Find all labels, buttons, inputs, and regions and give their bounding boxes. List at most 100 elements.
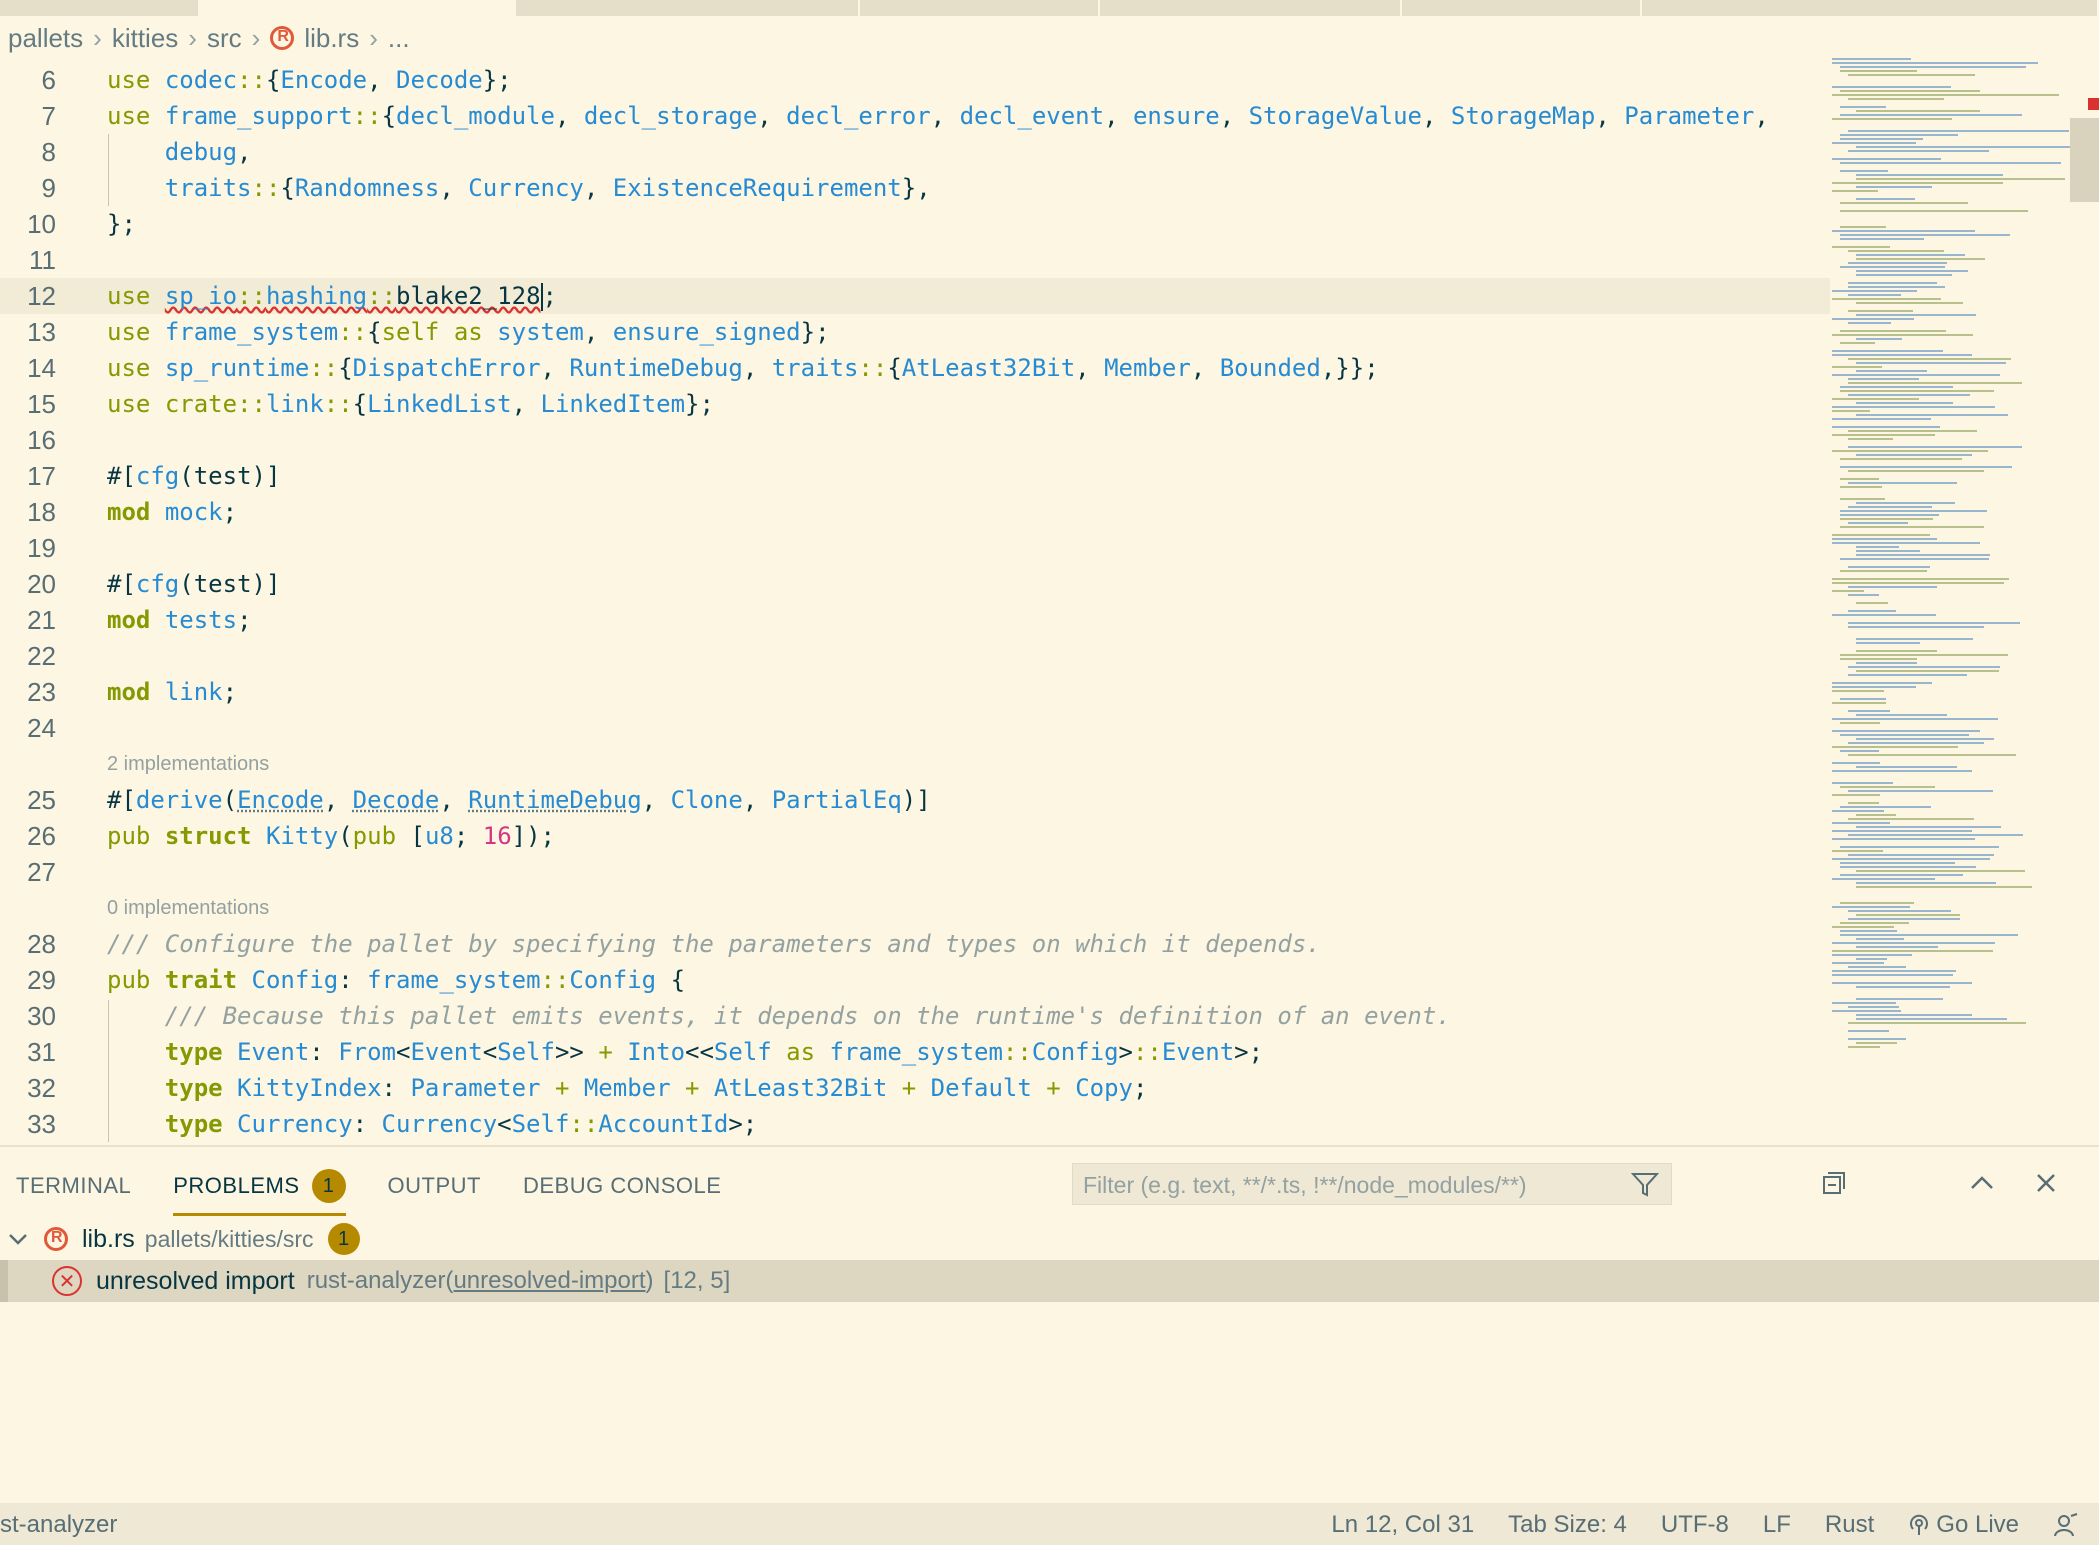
minimap-line (1840, 750, 1879, 752)
minimap-line (1840, 70, 1917, 72)
minimap-line (1840, 558, 1989, 560)
code-line[interactable]: 20 #[cfg(test)] (0, 566, 1830, 602)
code-line-current[interactable]: 12 use sp_io::hashing::blake2_128; (0, 278, 1830, 314)
code-editor[interactable]: 6 use codec::{Encode, Decode}; 7 use frame… (0, 62, 1830, 1142)
code-line[interactable]: 29 pub trait Config: frame_system::Config… (0, 962, 1830, 998)
minimap-line (1840, 698, 1886, 700)
editor-tab[interactable] (1642, 0, 2099, 16)
minimap-line (1848, 674, 1968, 676)
code-line[interactable]: 8 debug, (0, 134, 1830, 170)
problem-code-link[interactable]: unresolved-import (453, 1267, 645, 1294)
status-eol[interactable]: LF (1763, 1511, 1791, 1539)
code-line[interactable]: 33 type Currency: Currency<Self::Account… (0, 1106, 1830, 1142)
tab-output[interactable]: OUTPUT (388, 1173, 481, 1212)
code-line[interactable]: 14 use sp_runtime::{DispatchError, Runtim… (0, 350, 1830, 386)
chevron-down-icon[interactable] (6, 1227, 30, 1251)
tab-label: OUTPUT (387, 1173, 481, 1198)
minimap-line (1856, 1018, 2007, 1020)
breadcrumb-item-file[interactable]: lib.rs (304, 23, 359, 54)
problems-filter-input[interactable]: Filter (e.g. text, **/*.ts, !**/node_mod… (1072, 1163, 1672, 1205)
editor-scrollbar-thumb[interactable] (2070, 118, 2099, 202)
line-number: 11 (29, 245, 56, 275)
breadcrumb-item-symbols[interactable]: ... (388, 23, 410, 54)
problem-message: unresolved import (96, 1266, 295, 1295)
code-line[interactable]: 13 use frame_system::{self as system, ens… (0, 314, 1830, 350)
codelens-implementations[interactable]: 0 implementations (107, 890, 269, 926)
minimap-line (1840, 458, 1963, 460)
minimap-line (1832, 62, 2038, 64)
minimap-line (1848, 74, 1976, 76)
code-line[interactable]: 15 use crate::link::{LinkedList, LinkedIt… (0, 386, 1830, 422)
code-line[interactable]: 26 pub struct Kitty(pub [u8; 16]); (0, 818, 1830, 854)
problem-source: rust-analyzer(unresolved-import) (307, 1267, 654, 1295)
tab-debug-console[interactable]: DEBUG CONSOLE (523, 1173, 721, 1212)
code-line[interactable]: 30 /// Because this pallet emits events,… (0, 998, 1830, 1034)
code-line[interactable]: 19 (0, 530, 1830, 566)
minimap-line (1832, 730, 1981, 732)
minimap-line (1832, 838, 1976, 840)
minimap-line (1832, 450, 1989, 452)
code-line[interactable]: 6 use codec::{Encode, Decode}; (0, 62, 1830, 98)
breadcrumb-item-kitties[interactable]: kitties (112, 23, 178, 54)
tab-terminal[interactable]: TERMINAL (16, 1173, 131, 1212)
status-language[interactable]: Rust (1825, 1511, 1874, 1539)
editor-tab[interactable] (1402, 0, 1642, 16)
line-number: 22 (27, 641, 56, 671)
code-line[interactable]: 10}; (0, 206, 1830, 242)
status-encoding[interactable]: UTF-8 (1661, 1511, 1729, 1539)
editor-tab[interactable] (860, 0, 1100, 16)
line-number: 12 (27, 281, 56, 311)
code-line[interactable]: 27 (0, 854, 1830, 890)
status-rust-analyzer[interactable]: st-analyzer (0, 1511, 117, 1539)
code-line[interactable]: 31 type Event: From<Event<Self>> + Into<… (0, 1034, 1830, 1070)
minimap-line (1832, 906, 1910, 908)
minimap-line (1832, 762, 1880, 764)
minimap-line (1832, 334, 1974, 336)
minimap-line (1832, 354, 1972, 356)
code-line[interactable]: 21 mod tests; (0, 602, 1830, 638)
minimap-line (1832, 850, 1884, 852)
tab-problems[interactable]: PROBLEMS 1 (173, 1169, 346, 1216)
code-line[interactable]: 16 (0, 422, 1830, 458)
code-line[interactable]: 32 type KittyIndex: Parameter + Member +… (0, 1070, 1830, 1106)
minimap-line (1848, 754, 2016, 756)
minimap-line (1856, 402, 1954, 404)
close-panel-icon[interactable] (2030, 1167, 2062, 1199)
code-line[interactable]: 11 (0, 242, 1830, 278)
line-number: 30 (27, 1001, 56, 1031)
editor-tab[interactable] (516, 0, 860, 16)
collapse-all-icon[interactable] (1818, 1167, 1850, 1199)
minimap[interactable] (1832, 58, 2072, 1058)
editor-tab[interactable] (0, 0, 200, 16)
minimap-line (1832, 614, 1937, 616)
problem-item[interactable]: ✕ unresolved import rust-analyzer(unreso… (0, 1260, 2099, 1302)
problems-file-item[interactable]: lib.rs pallets/kitties/src 1 (0, 1219, 360, 1259)
line-number: 25 (27, 785, 56, 815)
code-line[interactable]: 24 (0, 710, 1830, 746)
maximize-panel-icon[interactable] (1966, 1167, 1998, 1199)
filter-icon[interactable] (1631, 1172, 1659, 1198)
status-cursor-position[interactable]: Ln 12, Col 31 (1331, 1511, 1474, 1539)
minimap-line (1856, 766, 1957, 768)
status-go-live[interactable]: Go Live (1908, 1511, 2019, 1539)
minimap-line (1840, 734, 1969, 736)
status-tab-size[interactable]: Tab Size: 4 (1508, 1511, 1627, 1539)
feedback-icon[interactable] (2053, 1512, 2079, 1538)
code-line[interactable]: 17 #[cfg(test)] (0, 458, 1830, 494)
minimap-line (1840, 846, 2000, 848)
minimap-line (1832, 158, 1941, 160)
code-line[interactable]: 22 (0, 638, 1830, 674)
editor-tab-active[interactable] (200, 0, 516, 16)
code-line[interactable]: 28/// Configure the pallet by specifying… (0, 926, 1830, 962)
code-line[interactable]: 25 #[derive(Encode, Decode, RuntimeDebug,… (0, 782, 1830, 818)
breadcrumb-item-src[interactable]: src (207, 23, 242, 54)
editor-tab[interactable] (1100, 0, 1402, 16)
code-line[interactable]: 7 use frame_support::{decl_module, decl_s… (0, 98, 1830, 134)
breadcrumb-item-pallets[interactable]: pallets (8, 23, 83, 54)
code-line[interactable]: 9 traits::{Randomness, Currency, Existen… (0, 170, 1830, 206)
minimap-line (1856, 814, 1897, 816)
codelens-implementations[interactable]: 2 implementations (107, 746, 269, 782)
code-line[interactable]: 18 mod mock; (0, 494, 1830, 530)
minimap-line (1848, 910, 1952, 912)
code-line[interactable]: 23 mod link; (0, 674, 1830, 710)
